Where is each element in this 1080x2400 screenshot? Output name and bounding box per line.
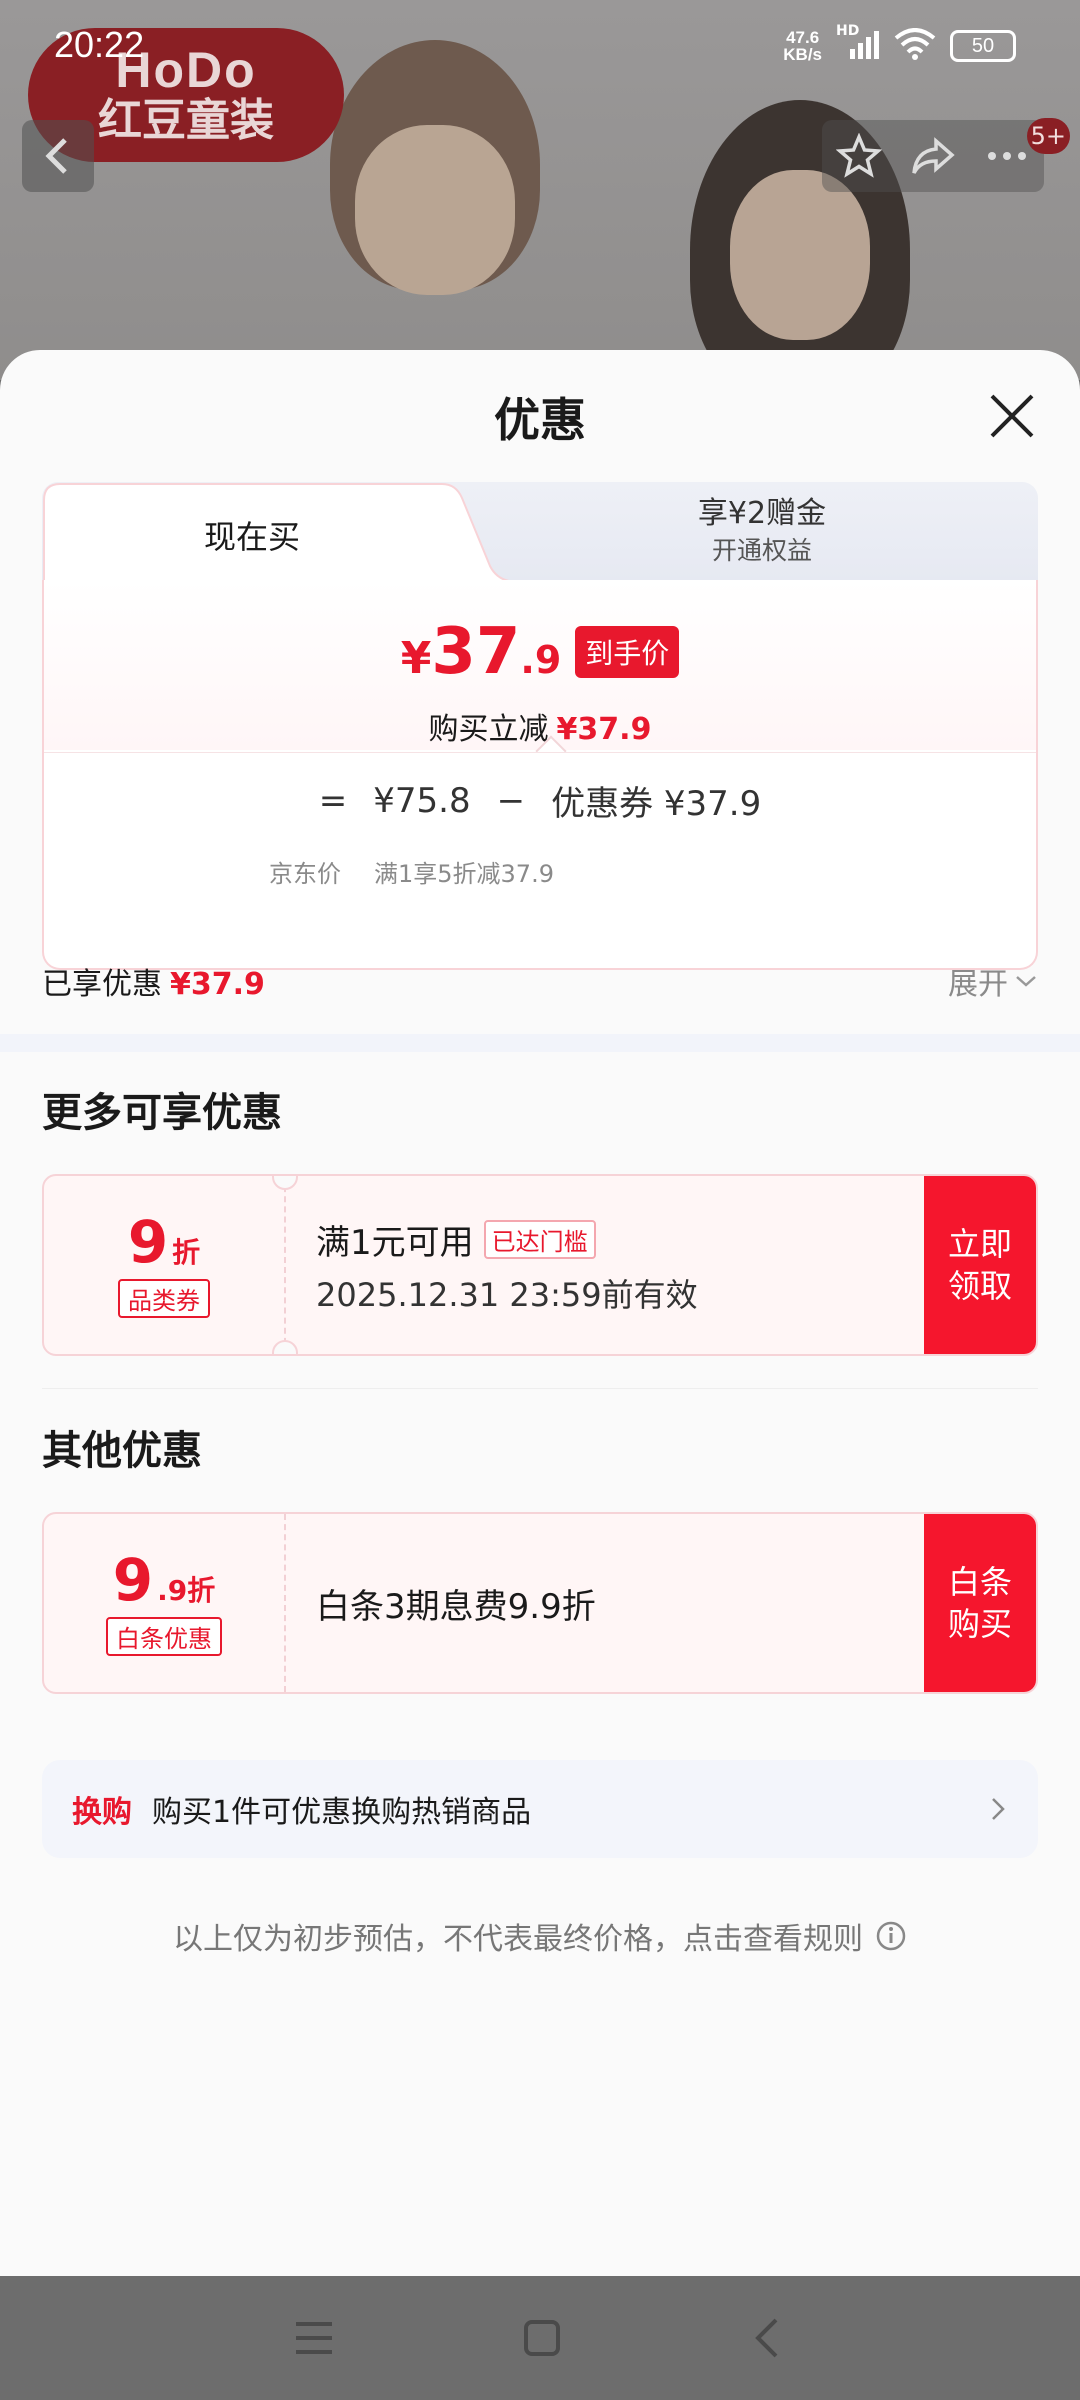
more-icon[interactable] — [984, 133, 1030, 179]
tab-gift-money-title: 享¥2赠金 — [697, 496, 827, 531]
swap-tag: 换购 — [72, 1795, 132, 1830]
back-icon[interactable] — [748, 2316, 788, 2360]
claim-coupon-button[interactable]: 立即领取 — [924, 1176, 1036, 1354]
final-price-row: ¥ 37 .9 到手价 — [44, 620, 1036, 684]
top-action-group — [822, 120, 1044, 192]
coupon-condition: 满1元可用 — [316, 1222, 474, 1263]
equals-sign: = — [318, 780, 348, 821]
other-discounts-title: 其他优惠 — [42, 1428, 202, 1474]
threshold-reached-tag: 已达门槛 — [483, 1219, 596, 1259]
message-badge: 5+ — [1026, 118, 1070, 154]
battery-icon: 50 — [950, 30, 1016, 62]
wifi-icon — [894, 28, 936, 64]
star-icon[interactable] — [836, 133, 882, 179]
info-icon — [876, 1921, 906, 1951]
final-price-tag: 到手价 — [575, 626, 680, 678]
saved-discount: 已享优惠 ¥37.9 — [42, 967, 265, 1002]
sheet-title: 优惠 — [494, 393, 586, 447]
back-button[interactable] — [22, 120, 94, 192]
menu-icon[interactable] — [292, 2318, 336, 2358]
share-icon[interactable] — [910, 133, 956, 179]
coupon-deduction: 优惠券 ¥37.9 — [551, 784, 762, 824]
saved-discount-row: 已享优惠 ¥37.9 展开 — [42, 946, 1038, 1016]
coupon-validity: 2025.12.31 23:59前有效 — [316, 1275, 698, 1314]
baitiao-text: 白条3期息费9.9折 — [316, 1586, 596, 1627]
rules-disclaimer[interactable]: 以上仅为初步预估，不代表最终价格，点击查看规则 — [0, 1914, 1080, 1958]
final-price: ¥ 37 .9 — [400, 615, 562, 689]
category-coupon-card: 9 折 品类券 满1元可用 已达门槛 2025.12.31 23:59前有效 立… — [42, 1174, 1038, 1356]
product-page-background: HoDo 红豆童装 20:22 47.6 KB/s HD 50 5+ — [0, 0, 1080, 380]
swap-text: 购买1件可优惠换购热销商品 — [152, 1795, 532, 1830]
status-bar: 20:22 47.6 KB/s HD 50 — [0, 0, 1080, 90]
jd-price-caption: 京东价 — [269, 860, 341, 888]
tab-gift-money-subtitle: 开通权益 — [711, 536, 812, 565]
status-icons: 47.6 KB/s HD 50 — [783, 23, 1016, 64]
tab-buy-now[interactable]: 现在买 — [42, 482, 532, 584]
price-breakdown-card: 享¥2赠金 开通权益 现在买 ¥ 37 .9 到手价 购买立减 ¥37.9 = … — [42, 482, 1038, 970]
close-button[interactable] — [984, 388, 1040, 444]
home-icon[interactable] — [520, 2316, 564, 2360]
baitiao-buy-button[interactable]: 白条购买 — [924, 1514, 1036, 1692]
minus-sign: − — [496, 780, 526, 821]
jd-price: ¥75.8 — [373, 780, 471, 821]
instant-reduction: 购买立减 ¥37.9 — [428, 712, 652, 747]
chevron-left-icon — [45, 138, 67, 174]
coupon-value: 9 折 品类券 — [44, 1176, 286, 1354]
chevron-right-icon — [992, 1798, 1005, 1820]
coupon-details: 满1元可用 已达门槛 2025.12.31 23:59前有效 — [316, 1176, 698, 1354]
baitiao-tag: 白条优惠 — [106, 1616, 222, 1656]
price-formula: = ¥75.8 − 优惠券 ¥37.9 — [44, 776, 1036, 825]
signal-icon: HD — [836, 23, 880, 63]
chevron-down-icon — [1016, 976, 1036, 987]
coupon-caption: 满1享5折减37.9 — [374, 860, 554, 888]
price-card-body: ¥ 37 .9 到手价 购买立减 ¥37.9 = ¥75.8 − 优惠券 ¥37.… — [42, 580, 1038, 970]
status-time: 20:22 — [54, 24, 145, 65]
baitiao-details: 白条3期息费9.9折 — [316, 1514, 596, 1692]
system-nav-bar — [0, 2276, 1080, 2400]
baitiao-value: 9 .9折 白条优惠 — [44, 1514, 286, 1692]
baitiao-coupon-card: 9 .9折 白条优惠 白条3期息费9.9折 白条购买 — [42, 1512, 1038, 1694]
battery-level: 50 — [971, 34, 995, 57]
close-icon — [990, 394, 1034, 438]
tab-row: 享¥2赠金 开通权益 现在买 — [42, 482, 1038, 584]
coupon-type-tag: 品类券 — [118, 1278, 210, 1318]
expand-button[interactable]: 展开 — [948, 959, 1038, 1003]
network-speed: 47.6 KB/s — [783, 28, 822, 64]
more-discounts-title: 更多可享优惠 — [42, 1090, 282, 1136]
discount-bottom-sheet: 优惠 享¥2赠金 开通权益 现在买 ¥ 37 .9 到手价 购买立减 ¥37.9… — [0, 350, 1080, 2276]
swap-purchase-row[interactable]: 换购 购买1件可优惠换购热销商品 — [42, 1760, 1038, 1858]
tab-buy-now-label: 现在买 — [203, 518, 300, 556]
